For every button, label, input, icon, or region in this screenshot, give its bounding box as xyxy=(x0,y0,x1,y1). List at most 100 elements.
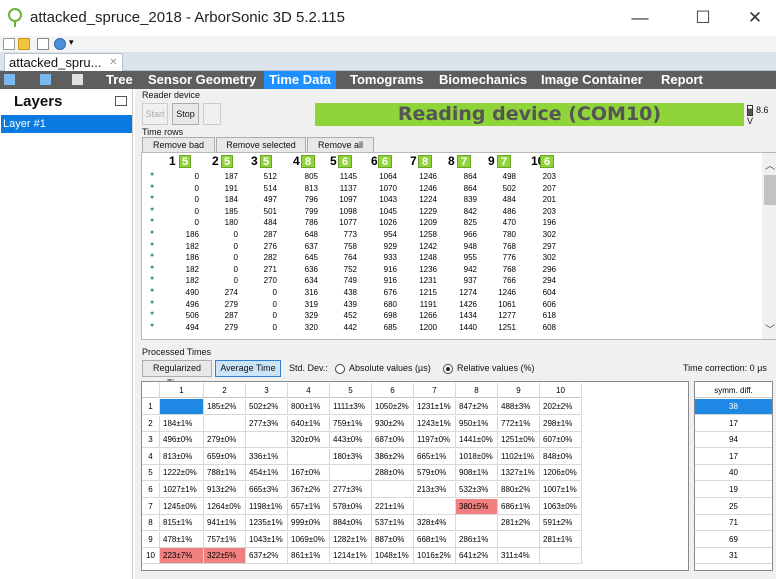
time-row[interactable]: ● 186 0 287 648 773 954 1258 966 780 302 xyxy=(142,229,762,241)
matrix-cell[interactable]: 532±3% xyxy=(456,482,498,498)
open-icon[interactable] xyxy=(40,74,51,85)
matrix-cell[interactable] xyxy=(160,399,204,415)
menu-biomechanics[interactable]: Biomechanics xyxy=(434,71,532,89)
matrix-cell[interactable]: 180±3% xyxy=(330,448,372,465)
time-rows-table[interactable]: 1 5 2 5 3 5 4 8 5 6 6 6 7 8 8 7 9 7 10 6 ● 0 187 512 805 1145 106… xyxy=(141,152,776,340)
symm-diff-cell[interactable]: 17 xyxy=(695,416,772,432)
matrix-cell[interactable]: 847±2% xyxy=(456,399,498,415)
matrix-cell[interactable]: 328±4% xyxy=(414,515,456,532)
collapse-panel-icon[interactable] xyxy=(115,96,127,106)
symm-diff-cell[interactable]: 31 xyxy=(695,548,772,565)
matrix-cell[interactable]: 298±1% xyxy=(540,415,582,432)
matrix-cell[interactable]: 1282±1% xyxy=(330,531,372,548)
matrix-cell[interactable]: 288±0% xyxy=(372,465,414,482)
matrix-cell[interactable]: 1007±1% xyxy=(540,482,582,498)
matrix-cell[interactable]: 502±2% xyxy=(246,399,288,415)
matrix-cell[interactable] xyxy=(540,548,582,565)
matrix-cell[interactable]: 1069±0% xyxy=(288,531,330,548)
matrix-cell[interactable]: 591±2% xyxy=(540,515,582,532)
matrix-cell[interactable]: 443±0% xyxy=(330,432,372,449)
close-button[interactable]: ✕ xyxy=(740,6,770,30)
matrix-cell[interactable]: 1111±3% xyxy=(330,399,372,415)
menu-image-container[interactable]: Image Container xyxy=(536,71,648,89)
matrix-cell[interactable]: 800±1% xyxy=(288,399,330,415)
matrix-cell[interactable]: 640±1% xyxy=(288,415,330,432)
matrix-cell[interactable]: 311±4% xyxy=(498,548,540,565)
open-folder-icon[interactable] xyxy=(18,38,30,50)
time-row[interactable]: ● 0 187 512 805 1145 1064 1246 864 498 203 xyxy=(142,171,762,183)
matrix-cell[interactable]: 167±0% xyxy=(288,465,330,482)
matrix-cell[interactable]: 908±1% xyxy=(456,465,498,482)
matrix-cell[interactable]: 887±0% xyxy=(372,531,414,548)
matrix-cell[interactable] xyxy=(372,482,414,498)
scroll-down-icon[interactable]: ﹀ xyxy=(765,321,775,336)
document-icon[interactable] xyxy=(72,74,83,85)
symm-diff-cell[interactable]: 69 xyxy=(695,532,772,548)
matrix-cell[interactable]: 1027±1% xyxy=(160,482,204,498)
matrix-cell[interactable]: 1016±2% xyxy=(414,548,456,565)
matrix-cell[interactable]: 913±2% xyxy=(204,482,246,498)
matrix-cell[interactable]: 607±0% xyxy=(540,432,582,449)
matrix-cell[interactable]: 884±0% xyxy=(330,515,372,532)
matrix-cell[interactable]: 277±3% xyxy=(246,415,288,432)
symm-diff-cell[interactable]: 19 xyxy=(695,482,772,498)
matrix-cell[interactable] xyxy=(456,515,498,532)
relative-values-radio[interactable] xyxy=(443,364,453,374)
matrix-cell[interactable]: 367±2% xyxy=(288,482,330,498)
matrix-cell[interactable]: 772±1% xyxy=(498,415,540,432)
matrix-cell[interactable]: 286±1% xyxy=(456,531,498,548)
matrix-cell[interactable]: 1222±0% xyxy=(160,465,204,482)
matrix-cell[interactable]: 1264±0% xyxy=(204,498,246,515)
document-tab-close-icon[interactable]: ✕ xyxy=(109,54,117,71)
matrix-cell[interactable]: 1243±1% xyxy=(414,415,456,432)
settings-icon[interactable] xyxy=(203,103,221,125)
time-row[interactable]: ● 0 191 514 813 1137 1070 1246 864 502 207 xyxy=(142,183,762,195)
matrix-cell[interactable] xyxy=(204,415,246,432)
matrix-cell[interactable] xyxy=(414,498,456,515)
matrix-cell[interactable]: 380±5% xyxy=(456,498,498,515)
symm-diff-cell[interactable]: 17 xyxy=(695,449,772,465)
time-row[interactable]: ● 182 0 270 634 749 916 1231 937 766 294 xyxy=(142,275,762,287)
matrix-cell[interactable]: 861±1% xyxy=(288,548,330,565)
time-row[interactable]: ● 0 180 484 786 1077 1026 1209 825 470 196 xyxy=(142,217,762,229)
matrix-cell[interactable]: 950±1% xyxy=(456,415,498,432)
matrix-cell[interactable]: 454±1% xyxy=(246,465,288,482)
scroll-up-icon[interactable]: ︿ xyxy=(765,157,775,172)
matrix-cell[interactable]: 668±1% xyxy=(414,531,456,548)
average-time-button[interactable]: Average Time xyxy=(215,360,281,377)
symm-diff-cell[interactable]: 40 xyxy=(695,465,772,482)
matrix-cell[interactable]: 496±0% xyxy=(160,432,204,449)
symm-diff-cell[interactable]: 94 xyxy=(695,432,772,449)
time-row[interactable]: ● 494 279 0 320 442 685 1200 1440 1251 608 xyxy=(142,322,762,334)
save-icon[interactable] xyxy=(4,74,15,85)
regularized-time-button[interactable]: Regularized Time xyxy=(142,360,212,388)
matrix-cell[interactable]: 815±1% xyxy=(160,515,204,532)
matrix-cell[interactable]: 578±0% xyxy=(330,498,372,515)
symm-diff-cell[interactable]: 71 xyxy=(695,515,772,532)
matrix-cell[interactable]: 813±0% xyxy=(160,448,204,465)
matrix-cell[interactable]: 1327±1% xyxy=(498,465,540,482)
time-row[interactable]: ● 490 274 0 316 438 676 1215 1274 1246 604 xyxy=(142,287,762,299)
matrix-cell[interactable]: 1198±1% xyxy=(246,498,288,515)
matrix-cell[interactable]: 184±1% xyxy=(160,415,204,432)
matrix-cell[interactable]: 478±1% xyxy=(160,531,204,548)
matrix-cell[interactable]: 1251±0% xyxy=(498,432,540,449)
matrix-cell[interactable]: 686±1% xyxy=(498,498,540,515)
menu-report[interactable]: Report xyxy=(656,71,708,89)
menu-time-data[interactable]: Time Data xyxy=(264,71,336,89)
matrix-cell[interactable]: 213±3% xyxy=(414,482,456,498)
matrix-cell[interactable]: 1206±0% xyxy=(540,465,582,482)
time-row[interactable]: ● 496 279 0 319 439 680 1191 1426 1061 606 xyxy=(142,299,762,311)
matrix-cell[interactable]: 202±2% xyxy=(540,399,582,415)
matrix-cell[interactable]: 185±2% xyxy=(204,399,246,415)
time-row[interactable]: ● 0 184 497 796 1097 1043 1224 839 484 201 xyxy=(142,194,762,206)
time-row[interactable]: ● 506 287 0 329 452 698 1266 1434 1277 618 xyxy=(142,310,762,322)
matrix-cell[interactable] xyxy=(288,448,330,465)
matrix-cell[interactable]: 537±1% xyxy=(372,515,414,532)
vertical-scrollbar[interactable]: ︿ ﹀ xyxy=(762,153,776,339)
start-button[interactable]: Start xyxy=(142,103,168,125)
matrix-cell[interactable]: 687±0% xyxy=(372,432,414,449)
matrix-cell[interactable]: 1441±0% xyxy=(456,432,498,449)
matrix-cell[interactable] xyxy=(246,432,288,449)
maximize-button[interactable]: ☐ xyxy=(688,6,718,30)
